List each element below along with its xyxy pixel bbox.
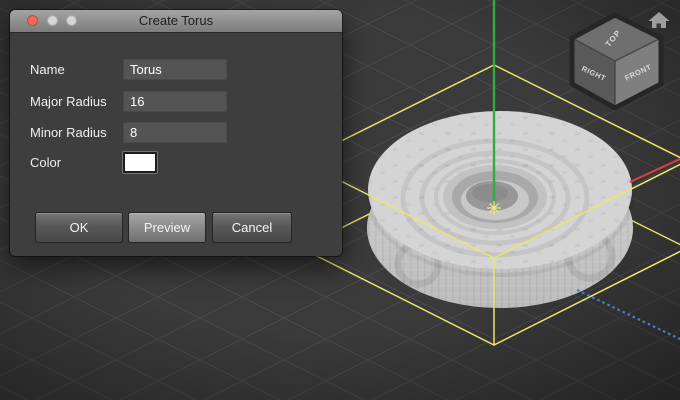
name-label: Name bbox=[30, 59, 65, 80]
major-radius-input[interactable] bbox=[123, 91, 227, 112]
minor-radius-label: Minor Radius bbox=[30, 122, 107, 143]
cancel-button[interactable]: Cancel bbox=[212, 212, 292, 243]
major-radius-label: Major Radius bbox=[30, 91, 107, 112]
name-input[interactable] bbox=[123, 59, 227, 80]
dialog-title: Create Torus bbox=[10, 10, 342, 32]
dialog-titlebar[interactable]: Create Torus bbox=[10, 10, 342, 33]
color-label: Color bbox=[30, 152, 61, 173]
create-torus-dialog: Create Torus Name Major Radius Minor Rad… bbox=[10, 10, 342, 256]
minor-radius-input[interactable] bbox=[123, 122, 227, 143]
preview-button[interactable]: Preview bbox=[128, 212, 206, 243]
voxel-torus bbox=[367, 111, 633, 308]
color-swatch[interactable] bbox=[123, 152, 157, 173]
ok-button[interactable]: OK bbox=[35, 212, 123, 243]
